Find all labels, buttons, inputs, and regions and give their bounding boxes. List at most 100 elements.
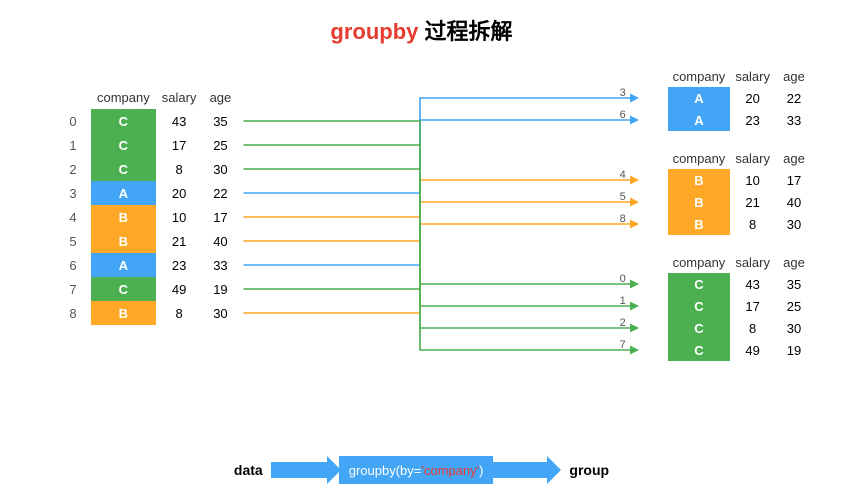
table-row: C 8 30: [668, 317, 813, 339]
row-salary: 10: [156, 205, 203, 229]
row-age: 33: [202, 253, 238, 277]
table-row: 5 B 21 40: [55, 229, 238, 253]
row-idx: 1: [55, 133, 91, 157]
svg-text:7: 7: [620, 339, 626, 351]
row-company: B: [91, 301, 156, 325]
svg-text:1: 1: [620, 295, 626, 307]
row-age: 25: [202, 133, 238, 157]
table-row: A 20 22: [668, 87, 813, 109]
row-salary: 17: [156, 133, 203, 157]
gc-r2-age: 25: [775, 295, 813, 317]
svg-text:2: 2: [620, 317, 626, 329]
svg-text:5: 5: [620, 191, 626, 203]
table-row: B 8 30: [668, 213, 813, 235]
ga-r1-salary: 20: [730, 87, 775, 109]
col-age-header: age: [202, 85, 238, 109]
main-area: company salary age 0 C 43 35 1 C 17 25 2…: [0, 55, 843, 440]
row-salary: 21: [156, 229, 203, 253]
row-idx: 0: [55, 109, 91, 133]
ga-company-h: company: [668, 65, 731, 87]
svg-text:0: 0: [620, 273, 626, 285]
row-salary: 23: [156, 253, 203, 277]
ga-r1-age: 22: [775, 87, 813, 109]
gb-age-h: age: [775, 147, 813, 169]
col-salary-header: salary: [156, 85, 203, 109]
row-salary: 8: [156, 301, 203, 325]
ga-r1-company: A: [668, 87, 731, 109]
row-idx: 8: [55, 301, 91, 325]
row-age: 30: [202, 301, 238, 325]
gc-r1-salary: 43: [730, 273, 775, 295]
left-arrow-icon: [271, 456, 341, 484]
table-row: C 17 25: [668, 295, 813, 317]
row-idx: 3: [55, 181, 91, 205]
gc-r3-salary: 8: [730, 317, 775, 339]
gc-r2-company: C: [668, 295, 731, 317]
gb-r1-age: 17: [775, 169, 813, 191]
gc-r1-age: 35: [775, 273, 813, 295]
table-row: 3 A 20 22: [55, 181, 238, 205]
group-label: group: [561, 462, 617, 478]
left-table: company salary age 0 C 43 35 1 C 17 25 2…: [55, 85, 238, 325]
gc-r2-salary: 17: [730, 295, 775, 317]
gb-r2-salary: 21: [730, 191, 775, 213]
col-index-header: [55, 85, 91, 109]
group-area: company salary age A 20 22 A 23 33: [668, 65, 813, 377]
gb-r3-salary: 8: [730, 213, 775, 235]
table-row: 7 C 49 19: [55, 277, 238, 301]
bottom-bar: data groupby(by='company') group: [0, 440, 843, 500]
col-company-header: company: [91, 85, 156, 109]
table-row: A 23 33: [668, 109, 813, 131]
table-row: C 49 19: [668, 339, 813, 361]
gc-age-h: age: [775, 251, 813, 273]
row-salary: 43: [156, 109, 203, 133]
data-label: data: [226, 462, 271, 478]
gb-r1-salary: 10: [730, 169, 775, 191]
gb-r2-company: B: [668, 191, 731, 213]
page-title: groupby 过程拆解: [0, 0, 843, 46]
ga-r2-company: A: [668, 109, 731, 131]
group-c-block: company salary age C 43 35 C 17 25: [668, 251, 813, 361]
row-idx: 4: [55, 205, 91, 229]
row-idx: 7: [55, 277, 91, 301]
table-row: 2 C 8 30: [55, 157, 238, 181]
row-salary: 20: [156, 181, 203, 205]
row-salary: 8: [156, 157, 203, 181]
gc-company-h: company: [668, 251, 731, 273]
table-row: 6 A 23 33: [55, 253, 238, 277]
ga-age-h: age: [775, 65, 813, 87]
row-age: 17: [202, 205, 238, 229]
row-age: 30: [202, 157, 238, 181]
row-company: B: [91, 205, 156, 229]
gb-r2-age: 40: [775, 191, 813, 213]
row-age: 35: [202, 109, 238, 133]
groupby-label: groupby(by='company'): [339, 456, 494, 484]
gb-r1-company: B: [668, 169, 731, 191]
table-row: 4 B 10 17: [55, 205, 238, 229]
gb-r3-company: B: [668, 213, 731, 235]
gc-salary-h: salary: [730, 251, 775, 273]
ga-r2-age: 33: [775, 109, 813, 131]
svg-text:3: 3: [620, 87, 626, 99]
table-row: C 43 35: [668, 273, 813, 295]
table-row: 0 C 43 35: [55, 109, 238, 133]
row-idx: 6: [55, 253, 91, 277]
gc-r3-age: 30: [775, 317, 813, 339]
gb-company-h: company: [668, 147, 731, 169]
table-row: B 10 17: [668, 169, 813, 191]
gc-r3-company: C: [668, 317, 731, 339]
svg-text:8: 8: [620, 213, 626, 225]
title-subtitle: 过程拆解: [425, 19, 513, 44]
svg-text:6: 6: [620, 109, 626, 121]
row-company: C: [91, 133, 156, 157]
ga-r2-salary: 23: [730, 109, 775, 131]
gc-r4-salary: 49: [730, 339, 775, 361]
svg-text:4: 4: [620, 169, 626, 181]
table-row: 8 B 8 30: [55, 301, 238, 325]
gb-salary-h: salary: [730, 147, 775, 169]
gc-r4-company: C: [668, 339, 731, 361]
row-company: C: [91, 157, 156, 181]
row-idx: 2: [55, 157, 91, 181]
gc-r4-age: 19: [775, 339, 813, 361]
ga-salary-h: salary: [730, 65, 775, 87]
